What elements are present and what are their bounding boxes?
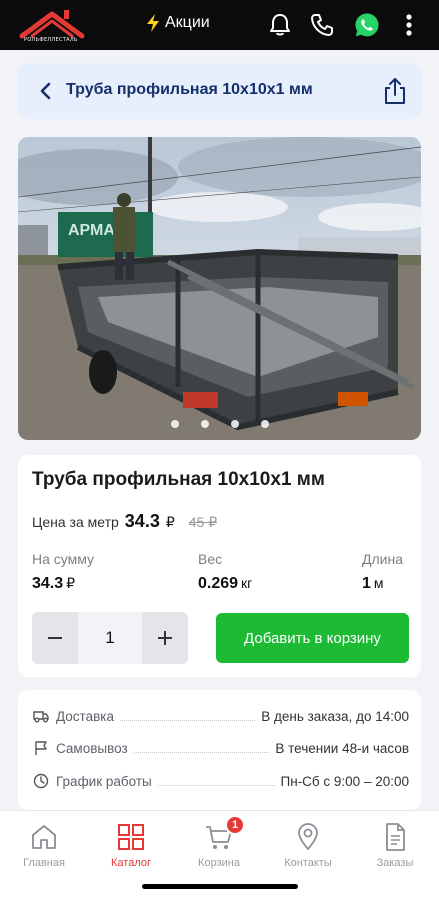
nav-item-cart[interactable]: 1 Корзина xyxy=(179,815,259,869)
stat-sum: На сумму 34.3 ₽ xyxy=(32,551,94,593)
increase-quantity-button[interactable] xyxy=(142,612,188,664)
cart-badge: 1 xyxy=(225,815,245,835)
info-row-schedule: График работы Пн-Сб с 9:00 – 20:00 xyxy=(32,771,409,791)
page-header: Труба профильная 10х10х1 мм xyxy=(18,63,421,119)
stat-weight-value: 0.269 кг xyxy=(198,575,253,592)
flag-icon xyxy=(32,739,50,757)
back-button[interactable] xyxy=(34,79,58,103)
minus-icon xyxy=(48,637,62,639)
nav-label: Корзина xyxy=(198,857,240,869)
old-price: 45 ₽ xyxy=(188,514,218,530)
gallery-dot-1[interactable] xyxy=(170,420,179,428)
gallery-dot-3[interactable] xyxy=(230,420,239,428)
dotted-leader xyxy=(119,711,256,721)
gallery-pagination xyxy=(18,420,421,428)
nav-label: Каталог xyxy=(111,857,151,869)
whatsapp-icon xyxy=(355,13,379,37)
product-title: Труба профильная 10х10х1 мм xyxy=(32,469,325,490)
nav-item-home[interactable]: Главная xyxy=(4,821,84,869)
photo-sign-text: АРМА xyxy=(68,222,115,239)
product-info-card: Труба профильная 10х10х1 мм Цена за метр… xyxy=(18,455,421,677)
top-bar: РОЛЬФЕЛЛЕСТАЛЬ Акции xyxy=(0,0,439,50)
price-label: Цена за метр xyxy=(32,514,119,530)
info-label: Доставка xyxy=(56,708,114,724)
nav-item-orders[interactable]: Заказы xyxy=(355,821,435,869)
phone-icon xyxy=(311,14,333,36)
stat-weight-label: Вес xyxy=(198,551,223,567)
nav-item-contacts[interactable]: Контакты xyxy=(268,821,348,869)
brand-logo-text: РОЛЬФЕЛЛЕСТАЛЬ xyxy=(24,37,78,43)
info-label: Самовывоз xyxy=(56,740,128,756)
info-row-delivery: Доставка В день заказа, до 14:00 xyxy=(32,706,409,726)
document-icon xyxy=(379,821,411,853)
promo-label: Акции xyxy=(165,14,210,31)
promo-link[interactable]: Акции xyxy=(145,13,210,33)
map-pin-icon xyxy=(292,821,324,853)
info-value: Пн-Сб с 9:00 – 20:00 xyxy=(280,773,409,789)
home-icon xyxy=(28,821,60,853)
stat-sum-label: На сумму xyxy=(32,551,95,567)
notifications-button[interactable] xyxy=(267,12,293,38)
chevron-left-icon xyxy=(40,82,51,100)
info-label: График работы xyxy=(56,773,152,789)
gallery-dot-4[interactable] xyxy=(260,420,269,428)
dotted-leader xyxy=(133,743,270,753)
share-button[interactable] xyxy=(381,76,409,106)
more-vertical-icon xyxy=(406,14,412,36)
price-value: 34.3 xyxy=(124,511,160,531)
quantity-value[interactable]: 1 xyxy=(78,628,142,648)
stat-weight: Вес 0.269 кг xyxy=(198,551,252,593)
page-title: Труба профильная 10х10х1 мм xyxy=(66,81,313,98)
nav-label: Главная xyxy=(23,857,65,869)
nav-label: Контакты xyxy=(284,857,332,869)
nav-label: Заказы xyxy=(376,857,414,869)
decrease-quantity-button[interactable] xyxy=(32,612,78,664)
stat-length-value: 1м xyxy=(362,575,384,592)
quantity-stepper: 1 xyxy=(32,612,188,664)
more-menu-button[interactable] xyxy=(396,12,422,38)
product-photo: АРМА xyxy=(18,137,421,440)
lightning-icon xyxy=(147,14,159,32)
grid-icon xyxy=(115,821,147,853)
share-icon xyxy=(385,78,405,104)
home-indicator[interactable] xyxy=(142,884,298,889)
stat-sum-value: 34.3 ₽ xyxy=(32,575,76,592)
add-to-cart-button[interactable]: Добавить в корзину xyxy=(216,613,409,663)
price-row: Цена за метр 34.3 ₽ 45 ₽ xyxy=(32,511,217,532)
stat-length-label: Длина xyxy=(362,551,403,567)
delivery-info-card: Доставка В день заказа, до 14:00 Самовыв… xyxy=(18,690,421,810)
product-photo-gallery[interactable]: АРМА xyxy=(18,137,421,440)
clock-icon xyxy=(32,772,50,790)
dotted-leader xyxy=(157,776,275,786)
price-currency: ₽ xyxy=(165,514,175,530)
stat-length: Длина 1м xyxy=(362,551,403,593)
truck-icon xyxy=(32,707,50,725)
info-row-pickup: Самовывоз В течении 48-и часов xyxy=(32,738,409,758)
bell-icon xyxy=(270,14,290,36)
whatsapp-button[interactable] xyxy=(354,12,380,38)
info-value: В течении 48-и часов xyxy=(275,740,409,756)
nav-item-catalog[interactable]: Каталог xyxy=(91,821,171,869)
plus-icon xyxy=(158,631,172,645)
call-button[interactable] xyxy=(309,12,335,38)
info-value: В день заказа, до 14:00 xyxy=(261,708,409,724)
cart-icon: 1 xyxy=(203,815,245,853)
gallery-dot-2[interactable] xyxy=(200,420,209,428)
